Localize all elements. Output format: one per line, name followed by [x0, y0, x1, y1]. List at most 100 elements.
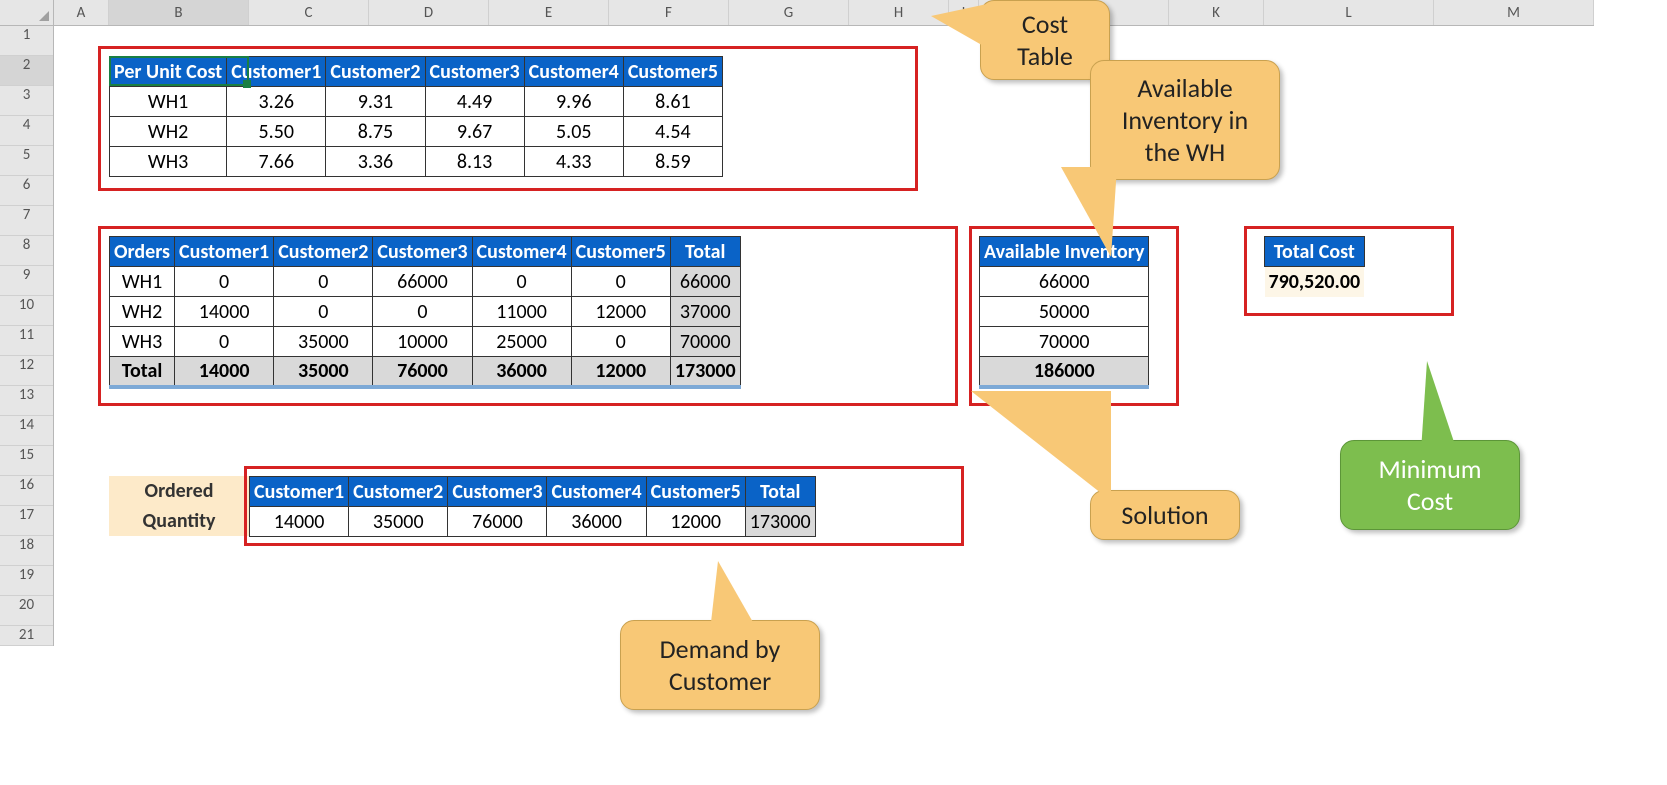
cell[interactable]: 8.13 [425, 147, 524, 177]
cell[interactable]: 50000 [980, 297, 1149, 327]
cell[interactable]: 0 [175, 327, 274, 357]
col-header-D[interactable]: D [369, 0, 489, 25]
cell[interactable]: 7.66 [227, 147, 326, 177]
row-header-1[interactable]: 1 [0, 26, 53, 56]
cell[interactable]: 10000 [373, 327, 472, 357]
row-header-6[interactable]: 6 [0, 176, 53, 206]
row-total[interactable]: 70000 [670, 327, 740, 357]
row-header-16[interactable]: 16 [0, 476, 53, 506]
col-total[interactable]: 14000 [175, 357, 274, 387]
row-header-2[interactable]: 2 [0, 56, 53, 86]
cell[interactable]: 12000 [571, 297, 670, 327]
cell[interactable]: 4.33 [524, 147, 623, 177]
row-header-13[interactable]: 13 [0, 386, 53, 416]
cell[interactable]: 9.96 [524, 87, 623, 117]
cell[interactable]: 14000 [250, 507, 349, 537]
table-row: WH3 0 35000 10000 25000 0 70000 [110, 327, 741, 357]
col-header-K[interactable]: K [1169, 0, 1264, 25]
cell[interactable]: 14000 [175, 297, 274, 327]
callout-text: Demand by Customer [660, 633, 781, 697]
orders-row-label[interactable]: WH1 [110, 267, 175, 297]
row-header-12[interactable]: 12 [0, 356, 53, 386]
cell[interactable]: 35000 [274, 327, 373, 357]
cell[interactable]: 25000 [472, 327, 571, 357]
cell[interactable]: 35000 [349, 507, 448, 537]
col-header-E[interactable]: E [489, 0, 609, 25]
cell[interactable]: 3.36 [326, 147, 425, 177]
row-header-14[interactable]: 14 [0, 416, 53, 446]
row-total[interactable]: 66000 [670, 267, 740, 297]
cell[interactable]: 8.61 [623, 87, 722, 117]
cell[interactable]: 9.31 [326, 87, 425, 117]
orders-total-col: Total [670, 237, 740, 267]
col-header-C[interactable]: C [249, 0, 369, 25]
cell[interactable]: 66000 [980, 267, 1149, 297]
row-header-18[interactable]: 18 [0, 536, 53, 566]
cell[interactable]: 11000 [472, 297, 571, 327]
cell[interactable]: 0 [571, 267, 670, 297]
col-total[interactable]: 12000 [571, 357, 670, 387]
row-header-21[interactable]: 21 [0, 626, 53, 646]
ordered-qty-label1: Ordered [109, 476, 249, 506]
cell[interactable]: 36000 [547, 507, 646, 537]
cell[interactable]: 0 [373, 297, 472, 327]
row-header-8[interactable]: 8 [0, 236, 53, 266]
row-header-3[interactable]: 3 [0, 86, 53, 116]
cell[interactable]: 0 [274, 297, 373, 327]
cell[interactable]: 70000 [980, 327, 1149, 357]
row-header-19[interactable]: 19 [0, 566, 53, 596]
cost-row-label[interactable]: WH1 [110, 87, 227, 117]
row-total[interactable]: 37000 [670, 297, 740, 327]
select-all-corner[interactable] [0, 0, 54, 26]
oq-col: Customer1 [250, 477, 349, 507]
row-header-7[interactable]: 7 [0, 206, 53, 236]
row-header-9[interactable]: 9 [0, 266, 53, 296]
col-total[interactable]: 36000 [472, 357, 571, 387]
oq-col: Customer3 [448, 477, 547, 507]
cell[interactable]: 66000 [373, 267, 472, 297]
col-header-M[interactable]: M [1434, 0, 1594, 25]
cost-row-label[interactable]: WH3 [110, 147, 227, 177]
row-header-20[interactable]: 20 [0, 596, 53, 626]
cell[interactable]: 3.26 [227, 87, 326, 117]
row-header-11[interactable]: 11 [0, 326, 53, 356]
col-header-A[interactable]: A [54, 0, 109, 25]
col-header-L[interactable]: L [1264, 0, 1434, 25]
row-header-5[interactable]: 5 [0, 146, 53, 176]
cell[interactable]: 4.49 [425, 87, 524, 117]
col-header-B[interactable]: B [109, 0, 249, 25]
cell[interactable]: 0 [274, 267, 373, 297]
ordered-qty-table: Customer1 Customer2 Customer3 Customer4 … [249, 476, 816, 537]
cell[interactable]: 12000 [646, 507, 745, 537]
callout-tail-icon [1061, 167, 1117, 257]
cell[interactable]: 76000 [448, 507, 547, 537]
avail-inv-total[interactable]: 186000 [980, 357, 1149, 387]
col-total[interactable]: 35000 [274, 357, 373, 387]
cell[interactable]: 8.75 [326, 117, 425, 147]
row-header-4[interactable]: 4 [0, 116, 53, 146]
orders-row-label[interactable]: WH3 [110, 327, 175, 357]
callout-tail-icon [971, 391, 1111, 501]
total-cost-value[interactable]: 790,520.00 [1265, 267, 1365, 297]
cell[interactable]: 5.05 [524, 117, 623, 147]
cell[interactable]: 0 [571, 327, 670, 357]
cell[interactable]: 0 [175, 267, 274, 297]
cost-row-label[interactable]: WH2 [110, 117, 227, 147]
oq-col: Customer4 [547, 477, 646, 507]
callout-text: Minimum Cost [1378, 453, 1481, 517]
orders-row-label[interactable]: WH2 [110, 297, 175, 327]
cell[interactable]: 9.67 [425, 117, 524, 147]
cell[interactable]: 5.50 [227, 117, 326, 147]
cell[interactable]: 4.54 [623, 117, 722, 147]
row-header-15[interactable]: 15 [0, 446, 53, 476]
col-total[interactable]: 76000 [373, 357, 472, 387]
cell[interactable]: 8.59 [623, 147, 722, 177]
row-header-10[interactable]: 10 [0, 296, 53, 326]
grand-total[interactable]: 173000 [670, 357, 740, 387]
col-header-G[interactable]: G [729, 0, 849, 25]
col-header-F[interactable]: F [609, 0, 729, 25]
orders-total-label[interactable]: Total [110, 357, 175, 387]
cell[interactable]: 0 [472, 267, 571, 297]
oq-total[interactable]: 173000 [745, 507, 815, 537]
row-header-17[interactable]: 17 [0, 506, 53, 536]
